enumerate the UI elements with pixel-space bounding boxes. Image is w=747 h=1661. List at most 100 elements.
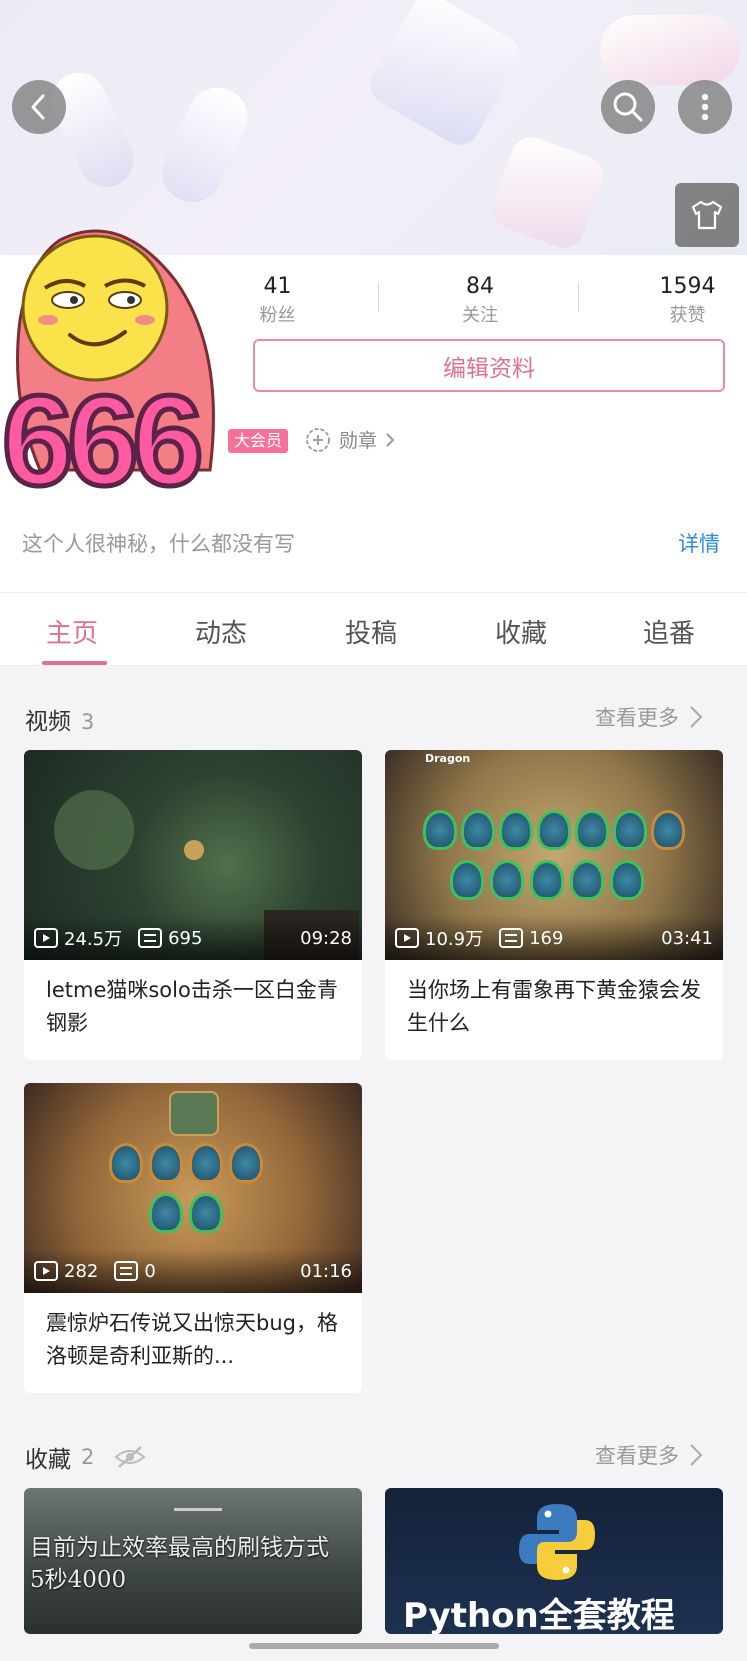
view-count: 282 (34, 1261, 98, 1282)
detail-link[interactable]: 详情 (678, 528, 720, 558)
danmaku-count-text: 695 (168, 927, 203, 949)
thumbnail-character (184, 840, 204, 860)
eye-hidden-icon[interactable] (114, 1445, 146, 1469)
chevron-right-icon (690, 706, 703, 728)
video-thumbnail: 282 0 01:16 (24, 1083, 362, 1293)
tab-bangumi[interactable]: 追番 (643, 613, 695, 650)
banner-decoration (152, 77, 258, 213)
active-tab-indicator (42, 661, 107, 665)
medal-link[interactable]: 勋章 (305, 426, 395, 453)
danmaku-icon (114, 1261, 139, 1281)
board-minion (450, 860, 484, 900)
bio-text: 这个人很神秘，什么都没有写 (22, 532, 295, 556)
stat-following[interactable]: 84 关注 (455, 274, 505, 327)
banner-decoration (363, 0, 527, 152)
stat-likes[interactable]: 1594 获赞 (655, 274, 720, 327)
video-duration: 01:16 (300, 1260, 352, 1282)
board-minion (575, 810, 609, 850)
python-logo-icon (519, 1504, 595, 1580)
back-button[interactable] (12, 80, 66, 134)
divider (578, 282, 579, 312)
stat-label: 关注 (462, 305, 498, 326)
video-meta: 282 0 01:16 (24, 1249, 362, 1293)
video-card[interactable]: 24.5万 695 09:28 letme猫咪solo击杀一区白金青钢影 (24, 750, 362, 1060)
tab-activity[interactable]: 动态 (195, 613, 247, 650)
view-count-text: 282 (64, 1260, 99, 1282)
medal-label: 勋章 (339, 430, 378, 452)
board-minion (651, 810, 685, 850)
see-more-label: 查看更多 (595, 706, 679, 730)
favorite-card[interactable]: Python全套教程 (385, 1488, 723, 1634)
medal-icon (306, 427, 330, 452)
board-minion (610, 860, 644, 900)
favorites-section-title: 收藏 2 (25, 1440, 146, 1474)
view-count: 24.5万 (34, 925, 122, 951)
board-minion (613, 810, 647, 850)
banner-decoration (600, 15, 740, 85)
stat-label: 粉丝 (259, 305, 296, 326)
stat-fans[interactable]: 41 粉丝 (255, 274, 300, 327)
danmaku-count: 0 (114, 1260, 156, 1282)
videos-section-title: 视频 3 (25, 702, 94, 736)
favorite-thumb-text: 目前为止效率最高的刷钱方式 (30, 1535, 329, 1561)
stat-value: 41 (263, 274, 292, 299)
danmaku-icon (138, 928, 163, 948)
board-minion (109, 1143, 143, 1183)
danmaku-icon (499, 928, 524, 948)
thumbnail-detail (174, 1508, 222, 1511)
video-meta: 10.9万 169 03:41 (385, 916, 723, 960)
favorite-thumbnail: 目前为止效率最高的刷钱方式 5秒4000 (24, 1488, 362, 1634)
tshirt-icon (691, 200, 723, 230)
video-meta: 24.5万 695 09:28 (24, 916, 362, 960)
video-duration: 09:28 (300, 927, 352, 949)
search-button[interactable] (601, 80, 655, 134)
board-minion (229, 1143, 263, 1183)
more-vertical-icon (701, 93, 709, 121)
favorite-thumb-text: Python全套教程 (403, 1596, 675, 1634)
board-minion (570, 860, 604, 900)
board-minion (189, 1193, 223, 1233)
favorites-see-more[interactable]: 查看更多 (595, 1440, 703, 1470)
divider (378, 282, 379, 312)
video-card[interactable]: 282 0 01:16 震惊炉石传说又出惊天bug，格洛顿是奇利亚斯的... (24, 1083, 362, 1393)
tab-home[interactable]: 主页 (46, 613, 98, 650)
more-options-button[interactable] (678, 80, 732, 134)
board-minion (530, 860, 564, 900)
section-title-text: 视频 (25, 709, 71, 735)
section-count: 2 (81, 1445, 95, 1469)
banner-decoration (42, 63, 143, 197)
danmaku-count-text: 0 (144, 1260, 156, 1282)
tab-uploads[interactable]: 投稿 (345, 613, 397, 650)
board-minion (490, 860, 524, 900)
profile-tabs: 主页 动态 投稿 收藏 追番 (0, 592, 747, 666)
videos-see-more[interactable]: 查看更多 (595, 702, 703, 732)
search-icon (613, 92, 643, 122)
video-thumbnail: Dragon 10.9万 169 03:41 (385, 750, 723, 960)
favorite-thumbnail: Python全套教程 (385, 1488, 723, 1634)
danmaku-count: 169 (499, 928, 563, 949)
home-indicator[interactable] (249, 1643, 499, 1649)
view-count-text: 10.9万 (425, 929, 484, 950)
board-minion (461, 810, 495, 850)
video-title: 震惊炉石传说又出惊天bug，格洛顿是奇利亚斯的... (46, 1311, 338, 1368)
board-minion (149, 1193, 183, 1233)
edit-profile-button[interactable]: 编辑资料 (253, 339, 725, 392)
chevron-right-icon (386, 432, 395, 447)
favorite-card[interactable]: 目前为止效率最高的刷钱方式 5秒4000 (24, 1488, 362, 1634)
thumbnail-terrain (54, 790, 134, 870)
board-minion (189, 1143, 223, 1183)
favorite-thumb-text: 5秒4000 (30, 1567, 127, 1593)
vip-badge[interactable]: 大会员 (228, 429, 289, 453)
hero-portrait (169, 1091, 219, 1136)
stat-label: 获赞 (669, 305, 706, 326)
chevron-right-icon (690, 1444, 703, 1466)
tab-favorites[interactable]: 收藏 (495, 613, 547, 650)
dress-up-button[interactable] (675, 183, 739, 247)
danmaku-count-text: 169 (529, 927, 564, 949)
video-card[interactable]: Dragon 10.9万 169 03:41 当你场上有雷象再下黄金猿会发生什么 (385, 750, 723, 1060)
avatar[interactable]: 666 (0, 220, 225, 530)
video-thumbnail: 24.5万 695 09:28 (24, 750, 362, 960)
see-more-label: 查看更多 (595, 1444, 679, 1468)
video-title: letme猫咪solo击杀一区白金青钢影 (46, 978, 338, 1035)
section-title-text: 收藏 (25, 1447, 71, 1473)
